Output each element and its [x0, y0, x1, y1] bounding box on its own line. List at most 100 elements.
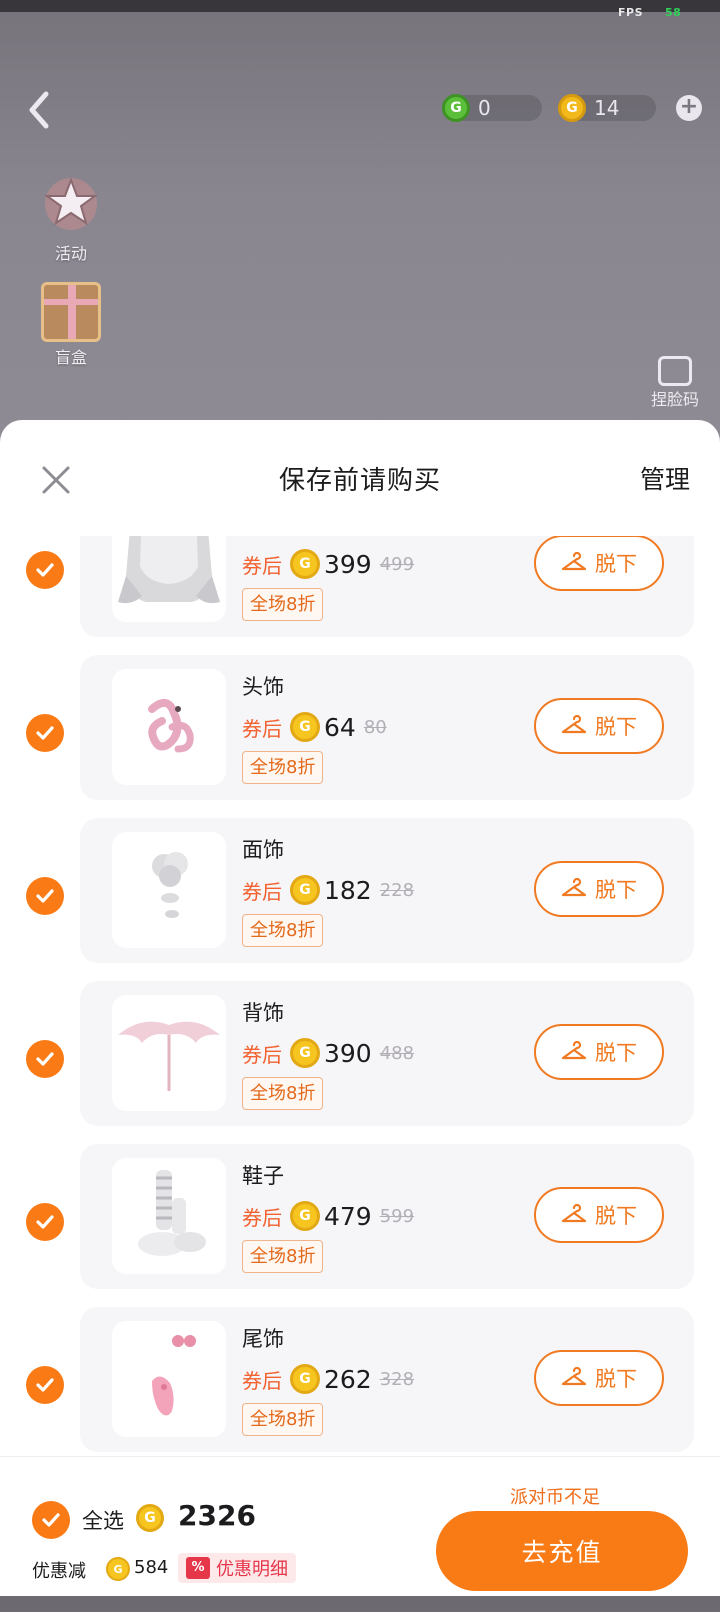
- discount-saved-label: 优惠减: [32, 1561, 86, 1582]
- item-original-price: 599: [379, 1205, 415, 1227]
- check-icon: [36, 889, 54, 903]
- back-button[interactable]: [22, 88, 58, 132]
- tail-icon: [112, 1321, 226, 1437]
- side-menu-activity[interactable]: 活动: [38, 170, 104, 264]
- g-coin-icon: G: [290, 549, 320, 579]
- add-currency-button[interactable]: +: [676, 95, 702, 121]
- item-card: 鞋子 券后 G 479 599 全场8折 脱下: [80, 1144, 694, 1289]
- side-menu-blindbox-label: 盲盒: [54, 348, 87, 367]
- item-checkbox[interactable]: [26, 714, 64, 752]
- take-off-label: 脱下: [595, 1367, 637, 1391]
- g-coin-icon: G: [290, 875, 320, 905]
- item-price: 399: [324, 549, 372, 579]
- face-code-icon: [658, 356, 692, 386]
- item-price: 479: [324, 1201, 372, 1231]
- take-off-button[interactable]: 脱下: [534, 698, 664, 754]
- item-price: 390: [324, 1038, 372, 1068]
- discount-badge: 全场8折: [242, 751, 324, 784]
- item-checkbox[interactable]: [26, 877, 64, 915]
- hanger-icon: [561, 552, 587, 571]
- item-card: 背饰 券后 G 390 488 全场8折 脱下: [80, 981, 694, 1126]
- manage-button[interactable]: 管理: [640, 460, 690, 496]
- after-coupon-label: 券后: [242, 1368, 282, 1393]
- take-off-button[interactable]: 脱下: [534, 1187, 664, 1243]
- list-item: 面饰 券后 G 182 228 全场8折 脱下: [0, 818, 720, 981]
- after-coupon-label: 券后: [242, 716, 282, 741]
- discount-badge: 全场8折: [242, 1403, 324, 1436]
- take-off-button[interactable]: 脱下: [534, 1350, 664, 1406]
- item-card: 头饰 券后 G 64 80 全场8折 脱下: [80, 655, 694, 800]
- item-checkbox[interactable]: [26, 1203, 64, 1241]
- chevron-left-icon: [29, 91, 49, 129]
- take-off-button[interactable]: 脱下: [534, 861, 664, 917]
- check-icon: [36, 1052, 54, 1066]
- check-icon: [42, 1513, 60, 1527]
- item-original-price: 499: [379, 553, 415, 575]
- after-coupon-label: 券后: [242, 1042, 282, 1067]
- g-coin-icon: G: [106, 1557, 130, 1581]
- insufficient-coins-notice: 派对币不足: [510, 1487, 600, 1508]
- take-off-button[interactable]: 脱下: [534, 1024, 664, 1080]
- percent-icon: %: [186, 1557, 210, 1579]
- select-all-label: 全选: [82, 1509, 124, 1533]
- after-coupon-label: 券后: [242, 553, 282, 578]
- list-item: 鞋子 券后 G 479 599 全场8折 脱下: [0, 1144, 720, 1307]
- check-icon: [36, 1378, 54, 1392]
- headwear-icon: [112, 669, 226, 785]
- fps-counter: FPS 58: [618, 6, 682, 19]
- hanger-icon: [561, 1041, 587, 1060]
- green-currency: G 0: [442, 92, 542, 124]
- item-price-line: 券后 G 479 599: [242, 1200, 414, 1232]
- take-off-button[interactable]: 脱下: [534, 536, 664, 591]
- item-price-line: 券后 G 64 80: [242, 711, 387, 743]
- hanger-icon: [561, 1367, 587, 1386]
- g-coin-icon: G: [290, 1364, 320, 1394]
- face-code-button[interactable]: 捏脸码: [640, 356, 710, 410]
- check-icon: [36, 1215, 54, 1229]
- discount-saved-value: 584: [134, 1557, 169, 1578]
- hair-icon: [112, 536, 226, 622]
- item-name: 尾饰: [242, 1327, 284, 1351]
- item-name: 背饰: [242, 1001, 284, 1025]
- discount-detail-button[interactable]: % 优惠明细: [178, 1553, 296, 1583]
- check-icon: [36, 726, 54, 740]
- checkout-bar: 全选 G 2326 优惠减 G 584 % 优惠明细 派对币不足 去充值: [0, 1456, 720, 1596]
- discount-badge: 全场8折: [242, 1240, 324, 1273]
- item-price: 64: [324, 712, 356, 742]
- list-item: 券后 G 399 499 全场8折 脱下: [0, 536, 720, 655]
- wings-icon: [112, 995, 226, 1111]
- item-price-line: 券后 G 399 499: [242, 548, 414, 580]
- item-original-price: 328: [379, 1368, 415, 1390]
- item-list[interactable]: 券后 G 399 499 全场8折 脱下 头饰 券后 G 64 80 全场8折 …: [0, 536, 720, 1541]
- g-coin-icon: G: [290, 712, 320, 742]
- gift-box-icon: [41, 282, 101, 342]
- item-checkbox[interactable]: [26, 1366, 64, 1404]
- shoes-icon: [112, 1158, 226, 1274]
- item-name: 头饰: [242, 675, 284, 699]
- side-menu-activity-label: 活动: [54, 244, 87, 263]
- item-name: 鞋子: [242, 1164, 284, 1188]
- sheet-title: 保存前请购买: [278, 466, 441, 496]
- face-code-label: 捏脸码: [650, 390, 699, 409]
- green-currency-value: 0: [478, 96, 491, 120]
- item-checkbox[interactable]: [26, 1040, 64, 1078]
- take-off-label: 脱下: [595, 878, 637, 902]
- item-checkbox[interactable]: [26, 551, 64, 589]
- item-card: 面饰 券后 G 182 228 全场8折 脱下: [80, 818, 694, 963]
- g-coin-green-icon: G: [442, 94, 470, 122]
- discount-badge: 全场8折: [242, 588, 324, 621]
- item-card: 券后 G 399 499 全场8折 脱下: [80, 536, 694, 637]
- hanger-icon: [561, 715, 587, 734]
- select-all-checkbox[interactable]: [32, 1501, 70, 1539]
- face-accessory-icon: [112, 832, 226, 948]
- total-price: 2326: [178, 1499, 256, 1532]
- item-price-line: 券后 G 262 328: [242, 1363, 414, 1395]
- list-item: 背饰 券后 G 390 488 全场8折 脱下: [0, 981, 720, 1144]
- item-price-line: 券后 G 182 228: [242, 874, 414, 906]
- recharge-button[interactable]: 去充值: [436, 1511, 688, 1591]
- g-coin-icon: G: [290, 1201, 320, 1231]
- g-coin-gold-icon: G: [558, 94, 586, 122]
- discount-badge: 全场8折: [242, 1077, 324, 1110]
- side-menu-blindbox[interactable]: 盲盒: [38, 282, 104, 368]
- list-item: 尾饰 券后 G 262 328 全场8折 脱下: [0, 1307, 720, 1470]
